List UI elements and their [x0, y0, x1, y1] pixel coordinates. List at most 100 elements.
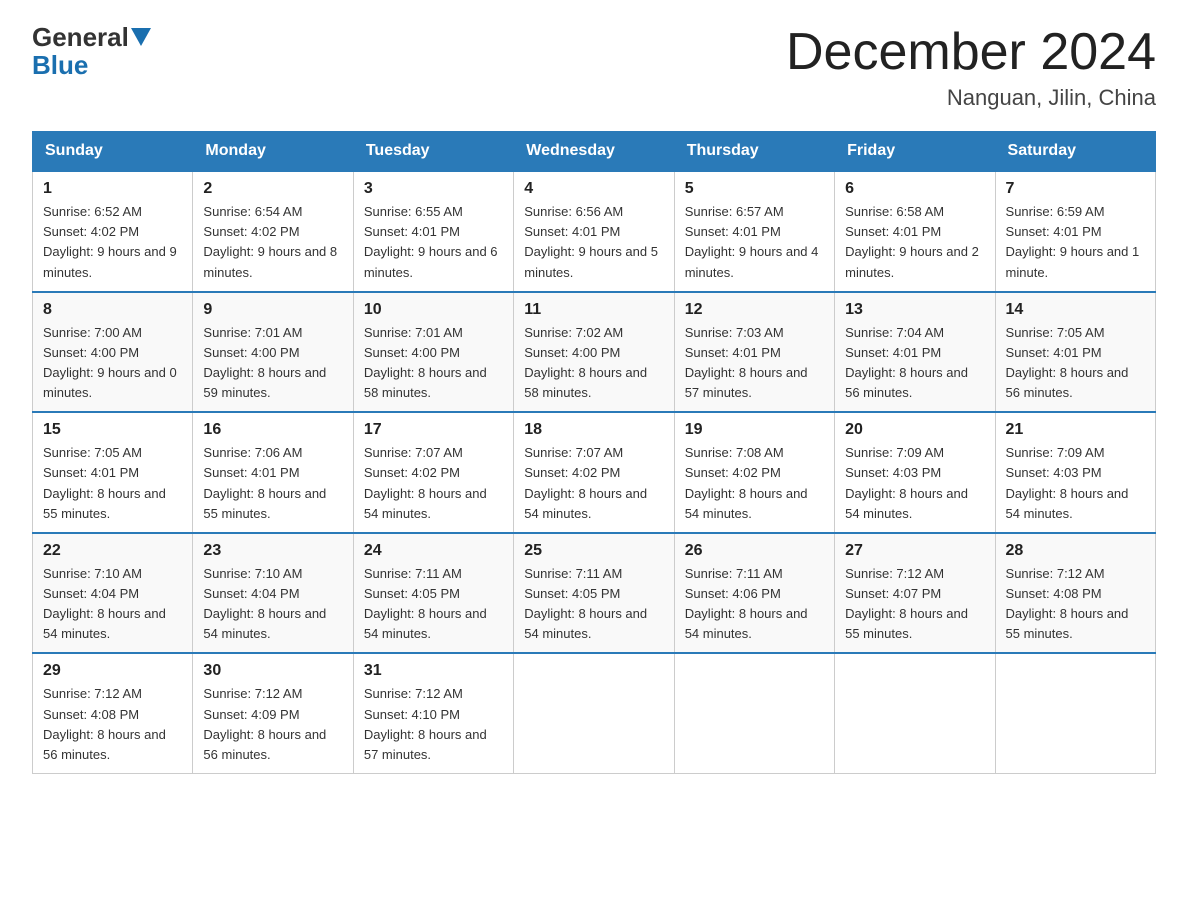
day-number: 21 [1006, 421, 1145, 439]
day-info: Sunrise: 6:54 AMSunset: 4:02 PMDaylight:… [203, 202, 342, 283]
day-number: 6 [845, 180, 984, 198]
day-number: 24 [364, 542, 503, 560]
day-number: 1 [43, 180, 182, 198]
day-number: 12 [685, 301, 824, 319]
col-header-sunday: Sunday [33, 132, 193, 172]
calendar-cell: 15 Sunrise: 7:05 AMSunset: 4:01 PMDaylig… [33, 412, 193, 533]
logo-general-text: General [32, 24, 129, 50]
col-header-saturday: Saturday [995, 132, 1155, 172]
day-number: 2 [203, 180, 342, 198]
day-number: 14 [1006, 301, 1145, 319]
day-info: Sunrise: 7:11 AMSunset: 4:05 PMDaylight:… [364, 564, 503, 645]
day-number: 4 [524, 180, 663, 198]
day-number: 20 [845, 421, 984, 439]
day-info: Sunrise: 7:04 AMSunset: 4:01 PMDaylight:… [845, 323, 984, 404]
calendar-cell: 27 Sunrise: 7:12 AMSunset: 4:07 PMDaylig… [835, 533, 995, 654]
calendar-cell: 29 Sunrise: 7:12 AMSunset: 4:08 PMDaylig… [33, 653, 193, 773]
day-number: 11 [524, 301, 663, 319]
day-number: 18 [524, 421, 663, 439]
day-info: Sunrise: 7:05 AMSunset: 4:01 PMDaylight:… [1006, 323, 1145, 404]
day-info: Sunrise: 7:12 AMSunset: 4:10 PMDaylight:… [364, 684, 503, 765]
col-header-wednesday: Wednesday [514, 132, 674, 172]
day-number: 13 [845, 301, 984, 319]
header-row: SundayMondayTuesdayWednesdayThursdayFrid… [33, 132, 1156, 172]
logo: General Blue [32, 24, 153, 81]
col-header-monday: Monday [193, 132, 353, 172]
calendar-cell [514, 653, 674, 773]
day-number: 10 [364, 301, 503, 319]
location: Nanguan, Jilin, China [786, 85, 1156, 111]
day-info: Sunrise: 7:08 AMSunset: 4:02 PMDaylight:… [685, 443, 824, 524]
calendar-cell: 14 Sunrise: 7:05 AMSunset: 4:01 PMDaylig… [995, 292, 1155, 413]
day-number: 7 [1006, 180, 1145, 198]
calendar-cell: 22 Sunrise: 7:10 AMSunset: 4:04 PMDaylig… [33, 533, 193, 654]
day-info: Sunrise: 7:01 AMSunset: 4:00 PMDaylight:… [364, 323, 503, 404]
day-number: 19 [685, 421, 824, 439]
day-number: 3 [364, 180, 503, 198]
day-info: Sunrise: 7:09 AMSunset: 4:03 PMDaylight:… [1006, 443, 1145, 524]
calendar-cell: 6 Sunrise: 6:58 AMSunset: 4:01 PMDayligh… [835, 171, 995, 292]
day-info: Sunrise: 7:10 AMSunset: 4:04 PMDaylight:… [203, 564, 342, 645]
day-number: 9 [203, 301, 342, 319]
calendar-cell: 23 Sunrise: 7:10 AMSunset: 4:04 PMDaylig… [193, 533, 353, 654]
week-row-4: 22 Sunrise: 7:10 AMSunset: 4:04 PMDaylig… [33, 533, 1156, 654]
day-info: Sunrise: 7:12 AMSunset: 4:07 PMDaylight:… [845, 564, 984, 645]
page-header: General Blue December 2024 Nanguan, Jili… [32, 24, 1156, 111]
calendar-cell: 12 Sunrise: 7:03 AMSunset: 4:01 PMDaylig… [674, 292, 834, 413]
day-info: Sunrise: 6:59 AMSunset: 4:01 PMDaylight:… [1006, 202, 1145, 283]
col-header-friday: Friday [835, 132, 995, 172]
day-info: Sunrise: 7:06 AMSunset: 4:01 PMDaylight:… [203, 443, 342, 524]
logo-triangle-icon [131, 28, 151, 46]
day-number: 22 [43, 542, 182, 560]
calendar-cell: 16 Sunrise: 7:06 AMSunset: 4:01 PMDaylig… [193, 412, 353, 533]
calendar-cell [674, 653, 834, 773]
week-row-1: 1 Sunrise: 6:52 AMSunset: 4:02 PMDayligh… [33, 171, 1156, 292]
calendar-cell [995, 653, 1155, 773]
calendar-cell: 20 Sunrise: 7:09 AMSunset: 4:03 PMDaylig… [835, 412, 995, 533]
calendar-cell: 9 Sunrise: 7:01 AMSunset: 4:00 PMDayligh… [193, 292, 353, 413]
calendar-cell: 31 Sunrise: 7:12 AMSunset: 4:10 PMDaylig… [353, 653, 513, 773]
day-number: 23 [203, 542, 342, 560]
title-block: December 2024 Nanguan, Jilin, China [786, 24, 1156, 111]
calendar-cell [835, 653, 995, 773]
day-info: Sunrise: 7:12 AMSunset: 4:08 PMDaylight:… [43, 684, 182, 765]
day-info: Sunrise: 7:12 AMSunset: 4:08 PMDaylight:… [1006, 564, 1145, 645]
day-number: 25 [524, 542, 663, 560]
col-header-thursday: Thursday [674, 132, 834, 172]
calendar-cell: 2 Sunrise: 6:54 AMSunset: 4:02 PMDayligh… [193, 171, 353, 292]
day-info: Sunrise: 7:02 AMSunset: 4:00 PMDaylight:… [524, 323, 663, 404]
day-info: Sunrise: 6:57 AMSunset: 4:01 PMDaylight:… [685, 202, 824, 283]
calendar-cell: 25 Sunrise: 7:11 AMSunset: 4:05 PMDaylig… [514, 533, 674, 654]
calendar-cell: 5 Sunrise: 6:57 AMSunset: 4:01 PMDayligh… [674, 171, 834, 292]
calendar-table: SundayMondayTuesdayWednesdayThursdayFrid… [32, 131, 1156, 774]
month-title: December 2024 [786, 24, 1156, 81]
day-info: Sunrise: 7:07 AMSunset: 4:02 PMDaylight:… [524, 443, 663, 524]
day-number: 31 [364, 662, 503, 680]
day-info: Sunrise: 7:11 AMSunset: 4:05 PMDaylight:… [524, 564, 663, 645]
calendar-cell: 11 Sunrise: 7:02 AMSunset: 4:00 PMDaylig… [514, 292, 674, 413]
calendar-cell: 26 Sunrise: 7:11 AMSunset: 4:06 PMDaylig… [674, 533, 834, 654]
day-info: Sunrise: 7:01 AMSunset: 4:00 PMDaylight:… [203, 323, 342, 404]
day-number: 28 [1006, 542, 1145, 560]
day-number: 8 [43, 301, 182, 319]
calendar-cell: 3 Sunrise: 6:55 AMSunset: 4:01 PMDayligh… [353, 171, 513, 292]
week-row-3: 15 Sunrise: 7:05 AMSunset: 4:01 PMDaylig… [33, 412, 1156, 533]
day-info: Sunrise: 6:56 AMSunset: 4:01 PMDaylight:… [524, 202, 663, 283]
calendar-cell: 19 Sunrise: 7:08 AMSunset: 4:02 PMDaylig… [674, 412, 834, 533]
day-number: 29 [43, 662, 182, 680]
col-header-tuesday: Tuesday [353, 132, 513, 172]
day-number: 5 [685, 180, 824, 198]
calendar-cell: 1 Sunrise: 6:52 AMSunset: 4:02 PMDayligh… [33, 171, 193, 292]
calendar-cell: 8 Sunrise: 7:00 AMSunset: 4:00 PMDayligh… [33, 292, 193, 413]
calendar-cell: 30 Sunrise: 7:12 AMSunset: 4:09 PMDaylig… [193, 653, 353, 773]
calendar-cell: 4 Sunrise: 6:56 AMSunset: 4:01 PMDayligh… [514, 171, 674, 292]
day-info: Sunrise: 7:11 AMSunset: 4:06 PMDaylight:… [685, 564, 824, 645]
calendar-cell: 28 Sunrise: 7:12 AMSunset: 4:08 PMDaylig… [995, 533, 1155, 654]
calendar-cell: 17 Sunrise: 7:07 AMSunset: 4:02 PMDaylig… [353, 412, 513, 533]
day-number: 27 [845, 542, 984, 560]
day-info: Sunrise: 7:07 AMSunset: 4:02 PMDaylight:… [364, 443, 503, 524]
day-number: 16 [203, 421, 342, 439]
day-info: Sunrise: 7:09 AMSunset: 4:03 PMDaylight:… [845, 443, 984, 524]
day-info: Sunrise: 7:05 AMSunset: 4:01 PMDaylight:… [43, 443, 182, 524]
day-number: 15 [43, 421, 182, 439]
